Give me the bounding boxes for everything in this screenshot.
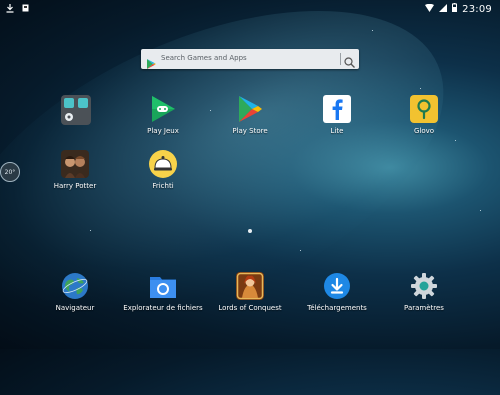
app-lite[interactable]: Lite [297, 95, 377, 135]
star [300, 250, 301, 251]
clock: 23:09 [462, 3, 492, 15]
app-folder[interactable] [35, 95, 115, 127]
app-play-jeux[interactable]: Play Jeux [123, 95, 203, 135]
apk-notification-icon [22, 4, 29, 16]
dock-parametres-label: Paramètres [404, 304, 444, 312]
app-glovo-label: Glovo [413, 127, 435, 135]
app-harry-potter[interactable]: Harry Potter [35, 150, 115, 190]
lords-of-conquest-icon [236, 272, 264, 300]
app-frichti[interactable]: Frichti [123, 150, 203, 190]
star [90, 230, 91, 231]
star [455, 140, 456, 141]
play-store-icon [236, 95, 264, 123]
frichti-icon [149, 150, 177, 178]
battery-icon [452, 3, 458, 15]
status-bar: 23:09 [0, 0, 500, 18]
dock-telechargements[interactable]: Téléchargements [297, 272, 377, 312]
gear-icon [410, 272, 438, 300]
dock-lords-of-conquest[interactable]: Lords of Conquest [210, 272, 290, 312]
star [420, 88, 421, 89]
app-play-jeux-label: Play Jeux [147, 127, 179, 135]
folder-icon [61, 95, 91, 125]
dock-telechargements-label: Téléchargements [307, 304, 367, 312]
app-play-store[interactable]: Play Store [210, 95, 290, 135]
page-indicator [248, 229, 252, 233]
search-divider [340, 53, 341, 65]
file-explorer-icon [149, 272, 177, 300]
wifi-icon [425, 3, 435, 15]
app-lite-label: Lite [330, 127, 344, 135]
app-glovo[interactable]: Glovo [384, 95, 464, 135]
search-placeholder[interactable]: Search Games and Apps [161, 54, 247, 62]
download-icon [323, 272, 351, 300]
dock-parametres[interactable]: Paramètres [384, 272, 464, 312]
app-frichti-label: Frichti [152, 182, 174, 190]
harry-potter-icon [61, 150, 89, 178]
facebook-lite-icon [323, 95, 351, 123]
dock-explorateur-label: Explorateur de fichiers [123, 304, 203, 312]
play-store-mini-icon [147, 54, 156, 73]
globe-icon [61, 272, 89, 300]
side-weather-badge[interactable]: 20° [0, 162, 20, 182]
search-icon[interactable] [344, 53, 355, 72]
star [480, 210, 481, 211]
dock-lords-of-conquest-label: Lords of Conquest [218, 304, 282, 312]
app-harry-potter-label: Harry Potter [53, 182, 97, 190]
download-notification-icon [6, 4, 14, 16]
star [372, 30, 373, 31]
app-play-store-label: Play Store [232, 127, 268, 135]
play-games-icon [149, 95, 177, 123]
glovo-icon [410, 95, 438, 123]
search-bar[interactable]: Search Games and Apps [141, 49, 359, 69]
dock-navigateur-label: Navigateur [55, 304, 95, 312]
signal-icon [439, 3, 448, 15]
dock-explorateur[interactable]: Explorateur de fichiers [123, 272, 203, 312]
dock-navigateur[interactable]: Navigateur [35, 272, 115, 312]
